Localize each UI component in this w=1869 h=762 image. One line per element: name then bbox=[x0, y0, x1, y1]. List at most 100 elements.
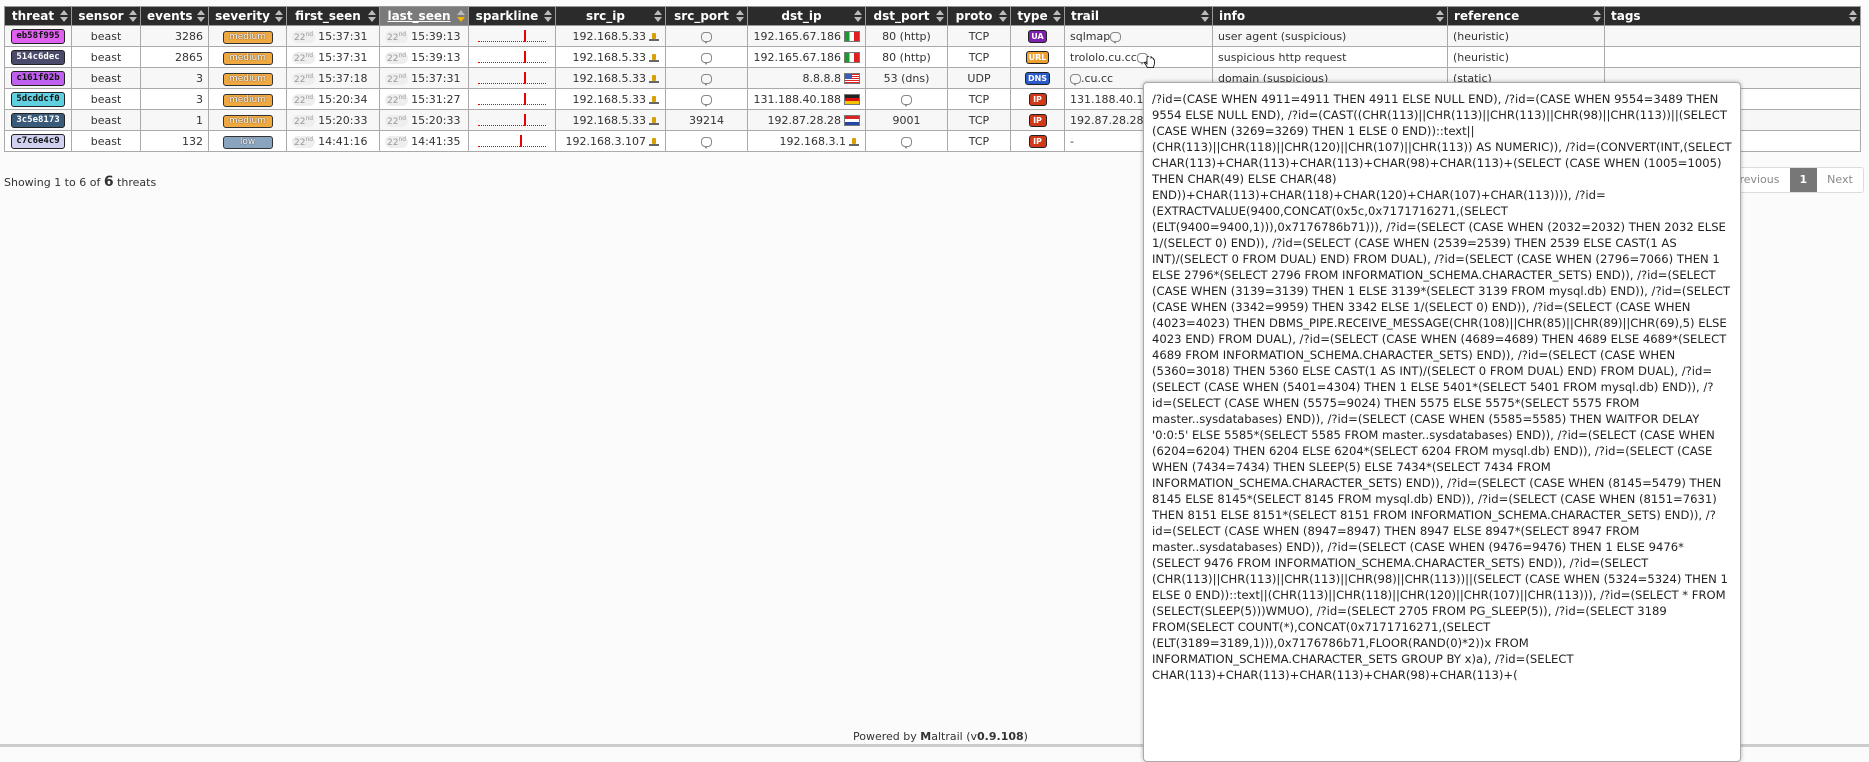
table-header-row: threat sensor events severity first_seen last… bbox=[4, 6, 1861, 26]
local-network-icon[interactable] bbox=[648, 53, 660, 63]
next-button[interactable]: Next bbox=[1817, 168, 1863, 192]
column-header-tags[interactable]: tags bbox=[1604, 6, 1861, 26]
column-header-dst_ip[interactable]: dst_ip bbox=[747, 6, 866, 26]
comment-icon[interactable] bbox=[701, 52, 712, 65]
cell-src-port bbox=[665, 25, 748, 47]
threat-id-badge[interactable]: 3c5e8173 bbox=[11, 113, 65, 128]
column-header-last_seen[interactable]: last_seen bbox=[379, 6, 469, 26]
sort-arrows-icon[interactable] bbox=[999, 9, 1007, 23]
severity-badge: medium bbox=[222, 72, 273, 86]
sort-up-icon bbox=[654, 10, 662, 15]
table-row[interactable]: 514c6dec beast 2865 medium 22nd 15:37:31 22nd 1… bbox=[4, 46, 1861, 68]
sort-down-icon bbox=[129, 17, 137, 22]
column-header-dst_port[interactable]: dst_port bbox=[865, 6, 948, 26]
threat-id-badge[interactable]: eb58f995 bbox=[11, 29, 65, 44]
local-network-icon[interactable] bbox=[648, 74, 660, 84]
sort-arrows-icon[interactable] bbox=[1436, 9, 1444, 23]
sort-down-icon bbox=[368, 17, 376, 22]
column-header-first_seen[interactable]: first_seen bbox=[286, 6, 380, 26]
column-header-sparkline[interactable]: sparkline bbox=[468, 6, 556, 26]
day-suffix: nd bbox=[305, 30, 314, 38]
column-header-type[interactable]: type bbox=[1010, 6, 1065, 26]
local-network-icon[interactable] bbox=[648, 32, 660, 42]
page-1-button[interactable]: 1 bbox=[1789, 168, 1818, 192]
cell-events: 2865 bbox=[140, 46, 209, 68]
sort-arrows-icon[interactable] bbox=[854, 9, 862, 23]
src-ip: 192.168.3.107 bbox=[565, 134, 646, 148]
trail-link[interactable]: sqlmap bbox=[1070, 30, 1110, 43]
sort-up-icon bbox=[129, 10, 137, 15]
threat-id-badge[interactable]: c161f02b bbox=[11, 71, 65, 86]
comment-icon[interactable] bbox=[1070, 73, 1081, 86]
sort-arrows-icon[interactable] bbox=[936, 9, 944, 23]
sort-down-icon bbox=[275, 17, 283, 22]
sort-arrows-icon[interactable] bbox=[1201, 9, 1209, 23]
column-header-severity[interactable]: severity bbox=[208, 6, 287, 26]
sort-arrows-icon[interactable] bbox=[275, 9, 283, 23]
sort-up-icon bbox=[457, 10, 465, 15]
column-header-sensor[interactable]: sensor bbox=[71, 6, 141, 26]
dst-ip: 192.165.67.186 bbox=[753, 50, 841, 64]
column-header-info[interactable]: info bbox=[1212, 6, 1448, 26]
version-suffix: ) bbox=[1023, 730, 1028, 743]
sort-arrows-icon[interactable] bbox=[544, 9, 552, 23]
column-header-proto[interactable]: proto bbox=[947, 6, 1011, 26]
comment-icon[interactable] bbox=[901, 94, 912, 107]
trail-link[interactable]: - bbox=[1070, 135, 1074, 148]
sort-arrows-icon[interactable] bbox=[1053, 9, 1061, 23]
table-info: Showing 1 to 6 of 6 threats bbox=[4, 174, 156, 190]
table-row[interactable]: eb58f995 beast 3286 medium 22nd 15:37:31 22nd 1… bbox=[4, 25, 1861, 47]
column-label: dst_port bbox=[873, 9, 930, 23]
sort-arrows-icon[interactable] bbox=[736, 9, 744, 23]
trail-link[interactable]: .cu.cc bbox=[1081, 72, 1113, 85]
cell-proto: TCP bbox=[947, 88, 1011, 110]
day-number: 22 bbox=[387, 137, 399, 148]
column-header-threat[interactable]: threat bbox=[4, 6, 72, 26]
trail-link[interactable]: 192.87.28.28 bbox=[1070, 114, 1143, 127]
comment-icon[interactable] bbox=[701, 94, 712, 107]
column-header-trail[interactable]: trail bbox=[1064, 6, 1213, 26]
flag-it-icon bbox=[844, 31, 860, 42]
cell-events: 3 bbox=[140, 67, 209, 89]
comment-icon[interactable] bbox=[701, 73, 712, 86]
threat-id-badge[interactable]: c7c6e4c9 bbox=[11, 134, 65, 149]
column-header-events[interactable]: events bbox=[140, 6, 209, 26]
sparkline-spike bbox=[524, 51, 527, 63]
sparkline-baseline bbox=[478, 41, 546, 42]
sort-arrows-icon[interactable] bbox=[457, 9, 465, 23]
column-header-reference[interactable]: reference bbox=[1447, 6, 1605, 26]
local-network-icon[interactable] bbox=[648, 137, 660, 147]
cell-proto: TCP bbox=[947, 130, 1011, 152]
sort-arrows-icon[interactable] bbox=[654, 9, 662, 23]
day-badge: 22nd bbox=[385, 51, 409, 64]
local-network-icon[interactable] bbox=[648, 116, 660, 126]
sort-arrows-icon[interactable] bbox=[197, 9, 205, 23]
day-badge: 22nd bbox=[292, 135, 316, 148]
type-badge-dns: DNS bbox=[1024, 72, 1051, 85]
local-network-icon[interactable] bbox=[648, 95, 660, 105]
sort-arrows-icon[interactable] bbox=[129, 9, 137, 23]
column-label: events bbox=[147, 9, 193, 23]
cell-proto: TCP bbox=[947, 25, 1011, 47]
day-suffix: nd bbox=[305, 114, 314, 122]
column-header-src_port[interactable]: src_port bbox=[665, 6, 748, 26]
comment-icon[interactable] bbox=[1110, 31, 1122, 44]
trail-link[interactable]: trololo.cu.cc bbox=[1070, 51, 1137, 64]
sort-arrows-icon[interactable] bbox=[1849, 9, 1857, 23]
threat-id-badge[interactable]: 514c6dec bbox=[11, 50, 65, 65]
column-header-src_ip[interactable]: src_ip bbox=[555, 6, 666, 26]
protocol: TCP bbox=[968, 134, 990, 148]
cell-reference: (heuristic) bbox=[1447, 46, 1605, 68]
sort-arrows-icon[interactable] bbox=[60, 9, 68, 23]
local-network-icon[interactable] bbox=[848, 137, 860, 147]
sort-arrows-icon[interactable] bbox=[368, 9, 376, 23]
day-number: 22 bbox=[387, 116, 399, 127]
threat-id-badge[interactable]: 5dcddcf0 bbox=[11, 92, 65, 107]
comment-icon[interactable] bbox=[701, 31, 712, 44]
sort-arrows-icon[interactable] bbox=[1593, 9, 1601, 23]
comment-icon[interactable] bbox=[901, 136, 912, 149]
cell-src-ip: 192.168.5.33 bbox=[555, 46, 666, 68]
sparkline-chart bbox=[478, 29, 546, 43]
cell-events: 1 bbox=[140, 109, 209, 131]
comment-icon[interactable] bbox=[701, 136, 712, 149]
